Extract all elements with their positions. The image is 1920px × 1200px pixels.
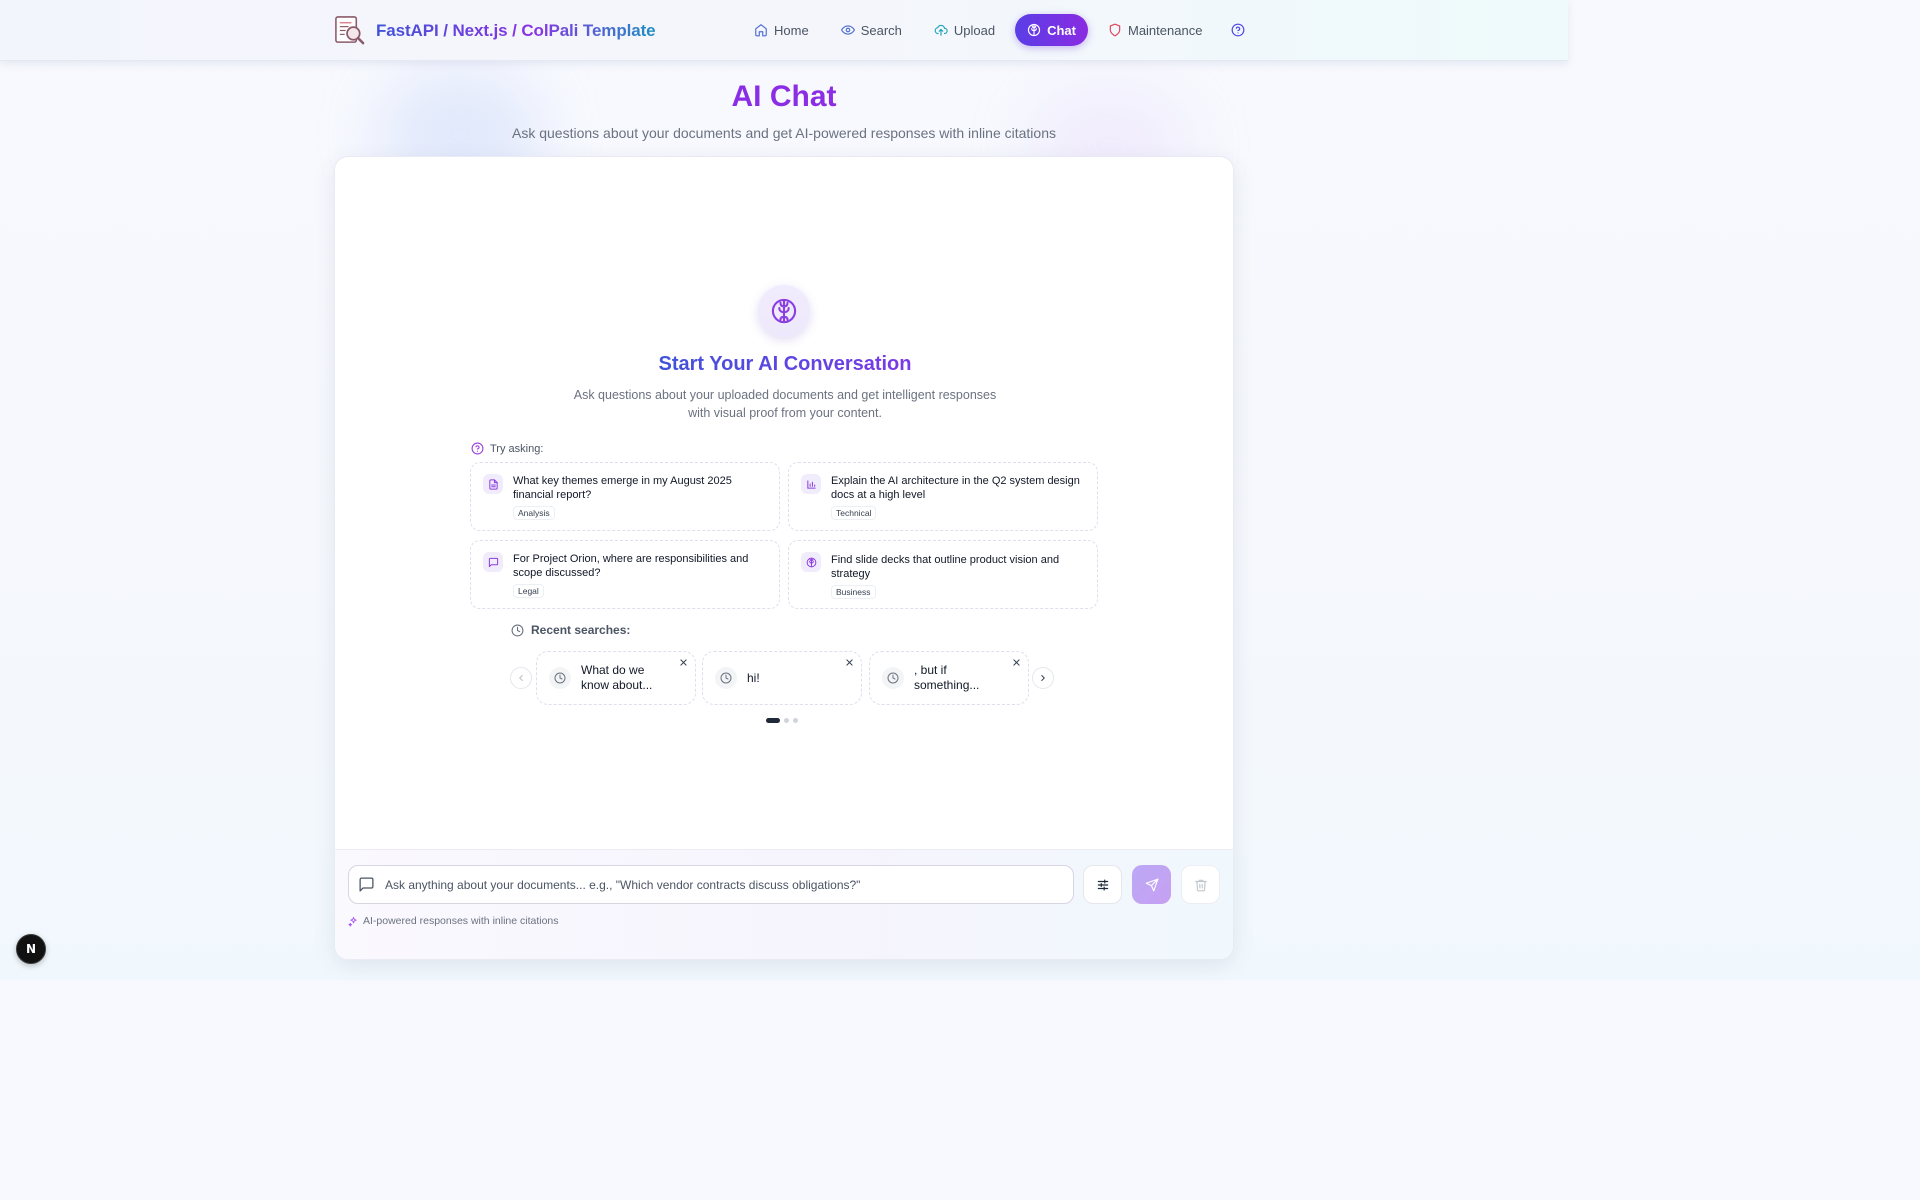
- brand-title: FastAPI / Next.js / ColPali Template: [376, 20, 656, 40]
- clock-icon: [887, 672, 899, 684]
- sug-icon-wrap: [483, 474, 503, 494]
- chat-panel: Start Your AI Conversation Ask questions…: [334, 156, 1234, 960]
- nav-item-label: Maintenance: [1127, 22, 1203, 38]
- carousel-pagination: [766, 718, 798, 723]
- clear-chat-button[interactable]: [1181, 865, 1220, 904]
- empty-state-description: Ask questions about your uploaded docume…: [573, 388, 997, 420]
- nav-item-search[interactable]: Search: [829, 14, 914, 46]
- help-circle-icon: [471, 442, 484, 455]
- suggestion-card[interactable]: Find slide decks that outline product vi…: [788, 540, 1098, 609]
- file-text-icon: [488, 478, 498, 490]
- recent-search-text: What do we know about...: [581, 663, 653, 692]
- suggestion-tag: Business: [831, 585, 876, 599]
- top-navbar: FastAPI / Next.js / ColPali Template Hom…: [0, 0, 1568, 61]
- nav-item-label: Home: [774, 22, 809, 38]
- suggestion-tag: Legal: [513, 584, 544, 598]
- chevron-left-icon: [519, 675, 523, 681]
- suggestion-tag: Technical: [831, 506, 877, 520]
- remove-recent-button[interactable]: [1010, 656, 1022, 668]
- close-icon: [845, 658, 853, 666]
- brain-icon: [771, 298, 797, 324]
- nav-item-chat[interactable]: Chat: [1015, 14, 1088, 46]
- brain-icon: [806, 557, 816, 567]
- nav-item-maintenance[interactable]: Maintenance: [1096, 14, 1214, 46]
- suggestion-text: What key themes emerge in my August 2025…: [513, 475, 732, 501]
- document-magnifier-logo-icon: [335, 16, 365, 45]
- carousel-dot-2[interactable]: [784, 718, 789, 723]
- chevron-right-icon: [1041, 675, 1045, 681]
- empty-state-badge: [758, 285, 810, 337]
- clock-icon-wrap: [549, 667, 571, 689]
- carousel-prev-button[interactable]: [510, 667, 532, 689]
- close-icon: [1012, 658, 1020, 666]
- empty-state-title: Start Your AI Conversation: [658, 353, 912, 375]
- page-title: AI Chat: [0, 80, 1568, 114]
- carousel-dot-3[interactable]: [793, 718, 798, 723]
- remove-recent-button[interactable]: [843, 656, 855, 668]
- chat-composer: AI-powered responses with inline citatio…: [335, 849, 1233, 959]
- suggestion-card[interactable]: For Project Orion, where are responsibil…: [470, 540, 780, 609]
- chat-settings-button[interactable]: [1083, 865, 1122, 904]
- sparkles-icon: [348, 916, 357, 927]
- nextjs-dev-badge[interactable]: N: [16, 934, 46, 964]
- help-button[interactable]: [1222, 14, 1254, 46]
- send-button[interactable]: [1132, 865, 1171, 904]
- nav-item-label: Upload: [953, 22, 996, 38]
- sug-icon-wrap: [801, 474, 821, 494]
- eye-icon: [840, 25, 855, 35]
- carousel-next-button[interactable]: [1032, 667, 1054, 689]
- clock-icon: [720, 672, 732, 684]
- bar-chart-icon: [806, 479, 816, 489]
- chat-input[interactable]: [385, 877, 1061, 892]
- recent-search-chip[interactable]: hi!: [702, 651, 862, 705]
- nav-item-label: Search: [860, 22, 902, 38]
- suggestion-text: Explain the AI architecture in the Q2 sy…: [831, 475, 1080, 501]
- brand-link[interactable]: FastAPI / Next.js / ColPali Template: [333, 14, 656, 47]
- composer-note: AI-powered responses with inline citatio…: [348, 915, 559, 927]
- suggestion-tag: Analysis: [513, 506, 555, 520]
- clock-icon: [554, 672, 566, 684]
- trash-icon: [1194, 879, 1207, 891]
- help-circle-icon: [1232, 23, 1245, 37]
- close-icon: [679, 658, 687, 666]
- recent-search-text: hi!: [747, 670, 760, 685]
- sug-icon-wrap: [483, 552, 503, 572]
- clock-icon-wrap: [882, 667, 904, 689]
- recent-search-chip[interactable]: , but if something...: [869, 651, 1029, 705]
- message-square-icon: [488, 557, 498, 567]
- page-subtitle: Ask questions about your documents and g…: [512, 125, 1056, 141]
- suggestion-text: Find slide decks that outline product vi…: [831, 554, 1060, 580]
- clock-icon-wrap: [715, 667, 737, 689]
- recent-search-text: , but if something...: [914, 663, 980, 692]
- remove-recent-button[interactable]: [677, 656, 689, 668]
- chat-input-wrapper: [348, 865, 1074, 904]
- suggestion-card[interactable]: What key themes emerge in my August 2025…: [470, 462, 780, 531]
- suggestion-text: For Project Orion, where are responsibil…: [513, 553, 749, 579]
- try-asking-label: Try asking:: [471, 442, 543, 455]
- recent-search-chip[interactable]: What do we know about...: [536, 651, 696, 705]
- carousel-dot-1[interactable]: [766, 718, 780, 723]
- main-nav: Home Search Upload Chat Maintenance: [742, 14, 1254, 46]
- shield-icon: [1109, 23, 1121, 37]
- home-icon: [755, 24, 767, 37]
- nav-item-upload[interactable]: Upload: [922, 14, 1007, 46]
- cloud-upload-icon: [934, 24, 948, 36]
- nav-item-home[interactable]: Home: [742, 14, 821, 46]
- suggestion-card[interactable]: Explain the AI architecture in the Q2 sy…: [788, 462, 1098, 531]
- clock-icon: [511, 624, 524, 636]
- nav-item-label: Chat: [1047, 22, 1076, 38]
- message-square-icon: [359, 877, 374, 892]
- sliders-icon: [1097, 878, 1108, 891]
- brain-icon: [1027, 23, 1041, 37]
- send-icon: [1145, 878, 1158, 891]
- sug-icon-wrap: [801, 552, 821, 572]
- recent-searches-label: Recent searches:: [511, 623, 630, 637]
